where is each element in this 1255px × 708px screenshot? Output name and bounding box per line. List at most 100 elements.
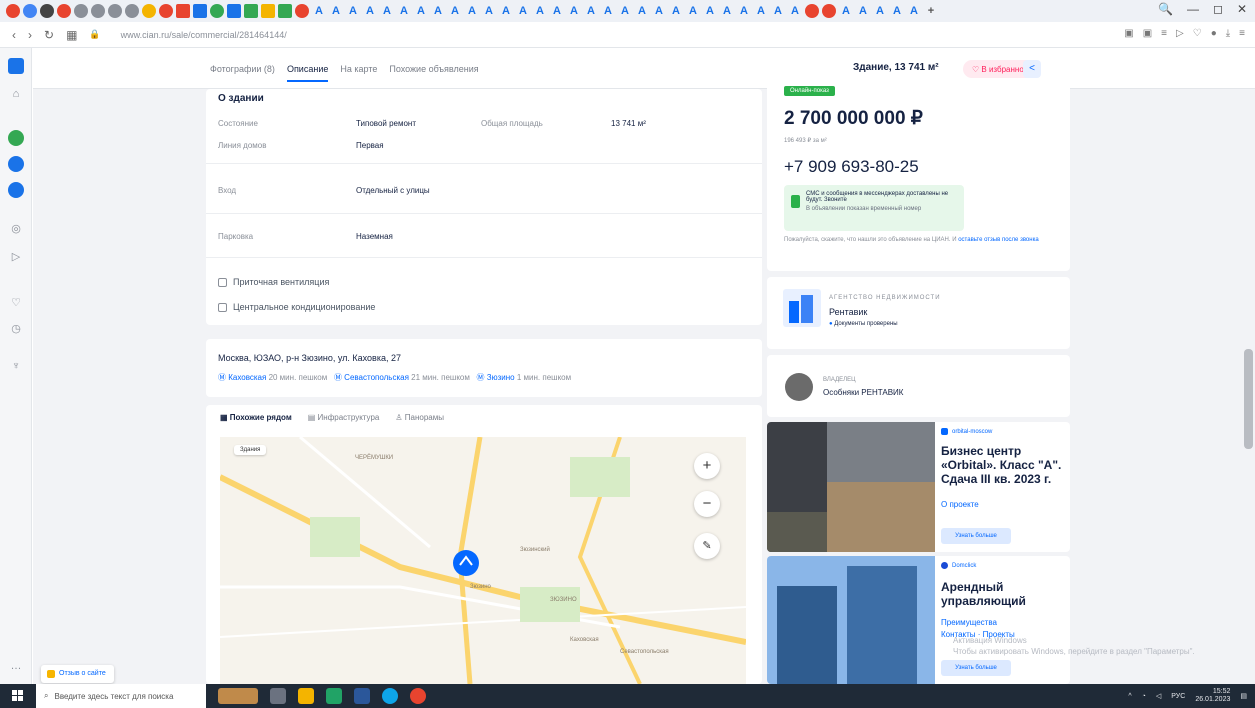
history-icon[interactable]: ◷: [8, 320, 24, 336]
ad-card[interactable]: orbital-moscow Бизнес центр «Orbital». К…: [767, 422, 1070, 552]
ad-learn-more-button[interactable]: Узнать больше: [941, 528, 1011, 544]
file-explorer-icon[interactable]: [298, 688, 314, 704]
browser-tab[interactable]: [40, 4, 54, 18]
map-filter-chip[interactable]: Здания: [234, 445, 267, 455]
cian-tab-icon[interactable]: A: [839, 4, 853, 18]
cian-tab-icon[interactable]: A: [346, 4, 360, 18]
tab-photos[interactable]: Фотографии (8): [210, 64, 275, 74]
browser-tab[interactable]: [108, 4, 122, 18]
extension-icon[interactable]: ▣: [1124, 28, 1133, 39]
page-scrollbar[interactable]: [1244, 349, 1253, 449]
cian-tab-icon[interactable]: A: [550, 4, 564, 18]
browser-tab[interactable]: [176, 4, 190, 18]
cian-tab-icon[interactable]: A: [465, 4, 479, 18]
opera-icon[interactable]: [410, 688, 426, 704]
profile-icon[interactable]: ●: [1211, 28, 1217, 39]
settings-icon[interactable]: ≡: [1239, 28, 1245, 39]
metro-station[interactable]: Зюзино: [487, 373, 515, 382]
windows-start-icon[interactable]: [0, 684, 36, 708]
cian-tab-icon[interactable]: A: [499, 4, 513, 18]
word-icon[interactable]: [354, 688, 370, 704]
maximize-button[interactable]: ◻: [1213, 2, 1223, 16]
cian-tab-icon[interactable]: A: [737, 4, 751, 18]
taskbar-search[interactable]: ⌕ Введите здесь текст для поиска: [36, 684, 206, 708]
cian-tab-icon[interactable]: A: [907, 4, 921, 18]
browser-tab[interactable]: [74, 4, 88, 18]
cian-tab-icon[interactable]: A: [635, 4, 649, 18]
leave-review-link[interactable]: оставьте отзыв после звонка: [958, 237, 1038, 243]
cian-tab-icon[interactable]: A: [414, 4, 428, 18]
forward-icon[interactable]: ›: [28, 28, 32, 42]
browser-tab[interactable]: [23, 4, 37, 18]
reload-icon[interactable]: ↻: [44, 28, 54, 42]
cian-tab-icon[interactable]: A: [618, 4, 632, 18]
download-icon[interactable]: ⤓: [1226, 28, 1230, 39]
ad-title[interactable]: Арендный управляющий: [941, 580, 1066, 608]
browser-tab[interactable]: [142, 4, 156, 18]
cian-tab-icon[interactable]: A: [584, 4, 598, 18]
browser-tab[interactable]: [91, 4, 105, 18]
whatsapp-icon[interactable]: [8, 130, 24, 146]
cian-tab-icon[interactable]: A: [363, 4, 377, 18]
play-icon[interactable]: ▷: [1176, 28, 1184, 39]
tray-arrow-icon[interactable]: ^: [1128, 693, 1131, 700]
cian-tab-icon[interactable]: A: [703, 4, 717, 18]
heart-icon[interactable]: ♡: [1193, 28, 1202, 39]
clock[interactable]: 15:52 26.01.2023: [1195, 688, 1230, 704]
cian-tab-icon[interactable]: A: [329, 4, 343, 18]
zoom-in-button[interactable]: +: [694, 453, 720, 479]
new-tab-button[interactable]: +: [924, 4, 938, 18]
cian-tab-icon[interactable]: A: [669, 4, 683, 18]
tab-description[interactable]: Описание: [286, 64, 329, 82]
browser-tab[interactable]: [278, 4, 292, 18]
cian-tab-icon[interactable]: A: [652, 4, 666, 18]
browser-tab[interactable]: [227, 4, 241, 18]
map-tab-panoramas[interactable]: ♙ Панорамы: [395, 413, 444, 422]
tab-map[interactable]: На карте: [340, 64, 377, 74]
map[interactable]: ЧЕРЁМУШКИ ЗЮЗИНО Зюзино Каховская Севаст…: [220, 437, 746, 684]
tab-similar[interactable]: Похожие объявления: [389, 64, 478, 74]
search-tabs-icon[interactable]: 🔍: [1158, 2, 1173, 16]
metro-station[interactable]: Севастопольская: [344, 373, 409, 382]
phone-number[interactable]: +7 909 693-80-25: [784, 157, 919, 177]
home-icon[interactable]: ⌂: [8, 86, 24, 102]
cian-tab-icon[interactable]: A: [856, 4, 870, 18]
back-icon[interactable]: ‹: [12, 28, 16, 42]
agency-name[interactable]: Рентавик: [829, 307, 867, 317]
messenger-icon[interactable]: [8, 182, 24, 198]
zoom-out-button[interactable]: −: [694, 491, 720, 517]
cian-tab-icon[interactable]: A: [686, 4, 700, 18]
cian-tab-icon[interactable]: A: [601, 4, 615, 18]
cian-tab-icon[interactable]: A: [771, 4, 785, 18]
owner-name[interactable]: Особняки РЕНТАВИК: [823, 388, 903, 397]
feedback-button[interactable]: Отзыв о сайте: [41, 665, 114, 683]
cian-tab-icon[interactable]: A: [890, 4, 904, 18]
telegram-icon[interactable]: [8, 156, 24, 172]
volume-icon[interactable]: ◁: [1156, 692, 1161, 700]
favorites-icon[interactable]: ♡: [8, 294, 24, 310]
cian-tab-icon[interactable]: A: [397, 4, 411, 18]
browser-tab[interactable]: [805, 4, 819, 18]
camera-icon[interactable]: ▣: [1143, 28, 1152, 39]
ad-title[interactable]: Бизнес центр «Orbital». Класс "А". Сдача…: [941, 444, 1066, 486]
language-indicator[interactable]: РУС: [1171, 693, 1185, 700]
opera-logo-icon[interactable]: [6, 4, 20, 18]
cian-tab-icon[interactable]: A: [482, 4, 496, 18]
cian-tab-icon[interactable]: A: [380, 4, 394, 18]
pin-icon[interactable]: ♆: [8, 358, 24, 374]
browser-tab[interactable]: [159, 4, 173, 18]
cian-tab-icon[interactable]: A: [720, 4, 734, 18]
player-icon[interactable]: ▷: [8, 248, 24, 264]
minimize-button[interactable]: —: [1187, 2, 1199, 16]
ad-card[interactable]: Domclick Арендный управляющий Преимущест…: [767, 556, 1070, 684]
browser-tab[interactable]: [125, 4, 139, 18]
speed-dial-icon[interactable]: ◎: [8, 220, 24, 236]
cian-tab-icon[interactable]: A: [516, 4, 530, 18]
more-icon[interactable]: …: [8, 658, 24, 674]
cian-tab-icon[interactable]: A: [788, 4, 802, 18]
ad-link[interactable]: Преимущества: [941, 618, 997, 627]
ruler-icon[interactable]: ✎: [694, 533, 720, 559]
browser-tab[interactable]: [244, 4, 258, 18]
cian-tab-icon[interactable]: A: [567, 4, 581, 18]
map-tab-infrastructure[interactable]: ▤ Инфраструктура: [308, 413, 380, 422]
